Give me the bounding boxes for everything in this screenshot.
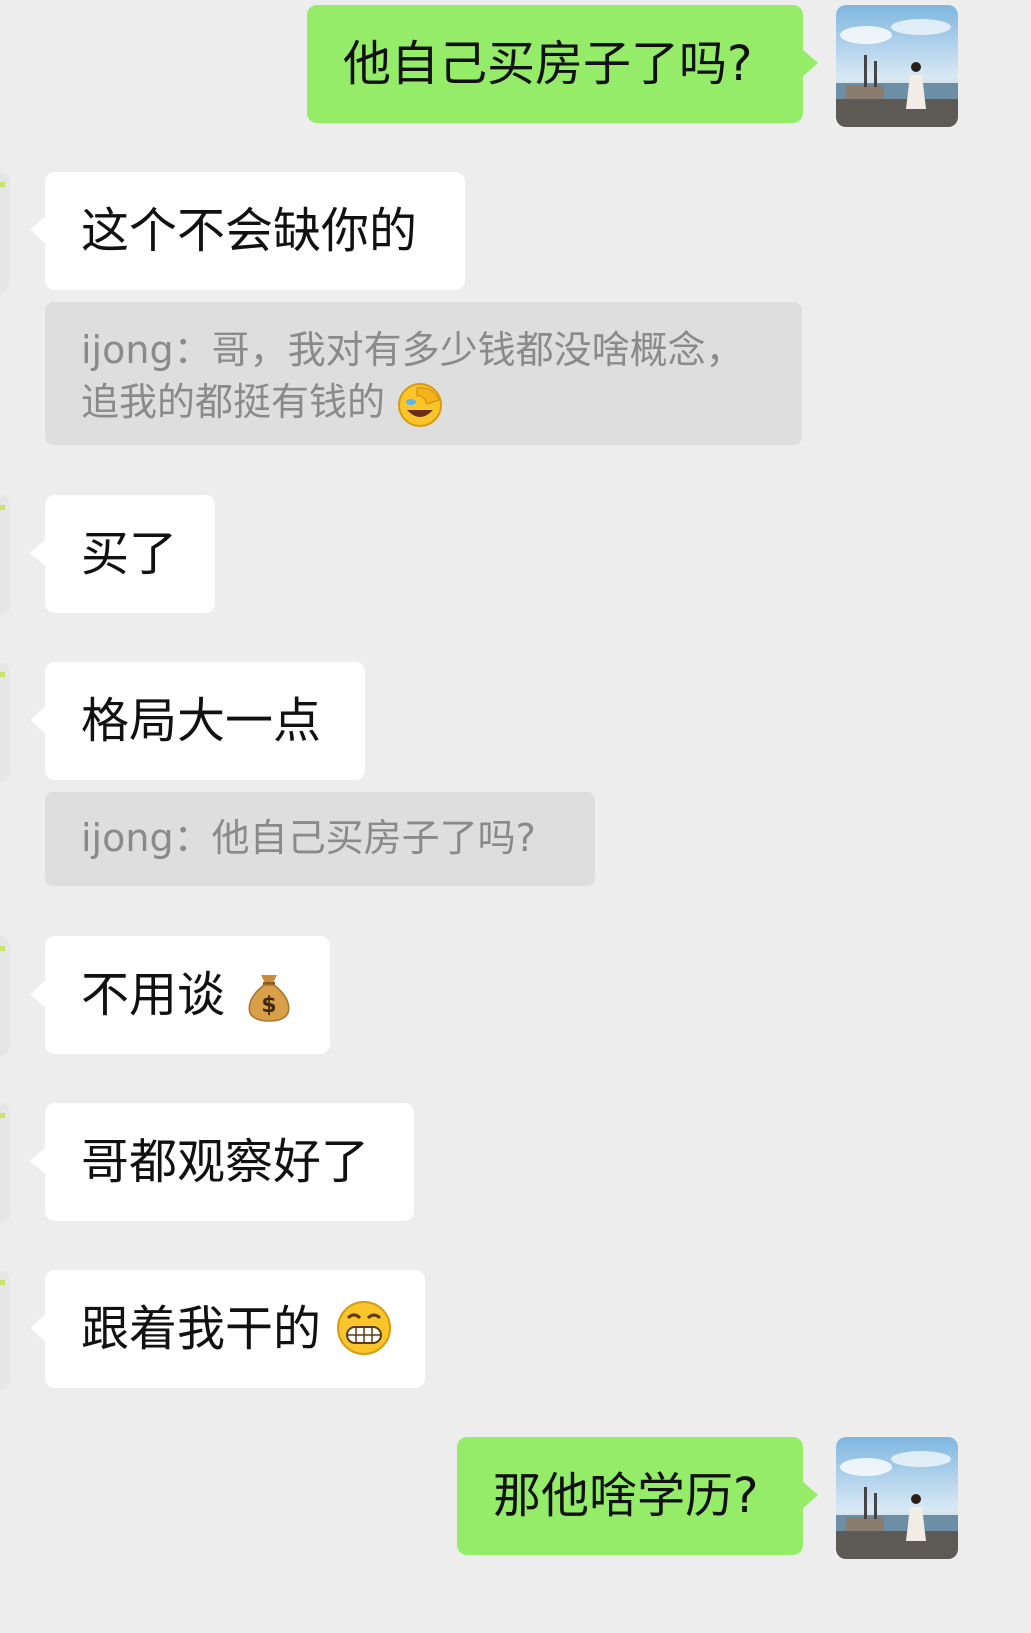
bubble-tail [30,706,46,734]
chat-screen: { "messages": { "m1": {"text": "他自己买房子了吗… [0,0,1031,1633]
sender-avatar-photo [836,1437,958,1559]
message-bubble[interactable]: 这个不会缺你的 [45,172,465,290]
avatar[interactable] [836,1437,958,1559]
message-bubble[interactable]: 哥都观察好了 [45,1103,414,1221]
quote-line-with-emoji: 追我的都挺有钱的 [81,376,802,428]
message-bubble[interactable]: 不用谈 $ [45,936,330,1054]
avatar-edge [0,662,10,782]
message-bubble[interactable]: 买了 [45,495,215,613]
bubble-tail [30,1314,46,1342]
message-bubble[interactable]: 他自己买房子了吗? [307,5,803,123]
quoted-message[interactable]: ijong：他自己买房子了吗? [45,792,595,886]
message-text: 买了 [81,526,178,582]
message-text: 格局大一点 [81,693,322,749]
message-text: 这个不会缺你的 [81,203,418,259]
quote-line: ijong：哥，我对有多少钱都没啥概念， [81,328,744,372]
bubble-tail [802,49,818,77]
message-bubble[interactable]: 跟着我干的 [45,1270,425,1388]
message-text: 哥都观察好了 [81,1134,370,1190]
message-text: 那他啥学历? [493,1468,759,1524]
money-bag-emoji: $ [248,975,290,1022]
message-text: 跟着我干的 [81,1301,322,1357]
bubble-tail [30,539,46,567]
message-bubble[interactable]: 格局大一点 [45,662,365,780]
bubble-tail [30,980,46,1008]
quote-line: 追我的都挺有钱的 [81,380,386,424]
avatar-edge [0,1103,10,1223]
bubble-tail [802,1481,818,1509]
quote-line: ijong：他自己买房子了吗? [81,816,536,860]
message-text: 他自己买房子了吗? [343,36,753,92]
avatar-edge [0,936,10,1056]
facepalm-laughing-emoji [398,382,443,427]
message-text: 不用谈 [81,967,226,1023]
avatar[interactable] [836,5,958,127]
bubble-tail [30,1147,46,1175]
grinning-emoji [337,1301,392,1355]
avatar-edge [0,495,10,615]
sender-avatar-photo [836,5,958,127]
avatar-edge [0,172,10,292]
avatar-edge [0,1270,10,1390]
svg-text:$: $ [262,993,277,1018]
bubble-tail [30,216,46,244]
quoted-message[interactable]: ijong：哥，我对有多少钱都没啥概念， 追我的都挺有钱的 [45,302,802,445]
message-bubble[interactable]: 那他啥学历? [457,1437,803,1555]
